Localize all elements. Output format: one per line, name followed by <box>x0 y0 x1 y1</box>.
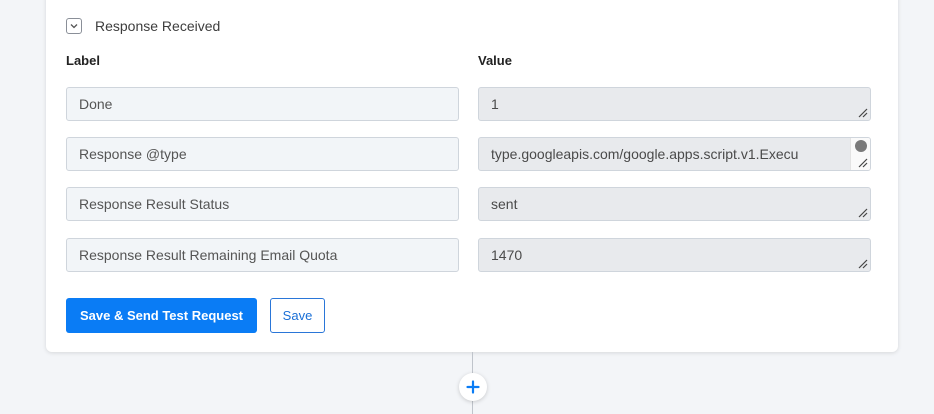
collapse-toggle[interactable] <box>66 18 82 34</box>
value-field-response-type[interactable]: type.googleapis.com/google.apps.script.v… <box>478 137 871 171</box>
value-text: type.googleapis.com/google.apps.script.v… <box>491 146 799 162</box>
add-step-button[interactable] <box>459 373 487 401</box>
value-text: 1 <box>491 96 499 112</box>
scrollbar-thumb[interactable] <box>855 140 867 152</box>
label-field-result-status[interactable]: Response Result Status <box>66 187 459 221</box>
flow-connector-top <box>472 352 473 373</box>
plus-icon <box>466 380 480 394</box>
resize-grip-icon[interactable] <box>858 158 868 168</box>
label-field-done[interactable]: Done <box>66 87 459 121</box>
value-column-header: Value <box>478 53 512 68</box>
value-field-done[interactable]: 1 <box>478 87 871 121</box>
value-field-email-quota[interactable]: 1470 <box>478 238 871 272</box>
chevron-down-icon <box>70 24 78 29</box>
label-field-email-quota[interactable]: Response Result Remaining Email Quota <box>66 238 459 272</box>
label-column-header: Label <box>66 53 100 68</box>
resize-grip-icon[interactable] <box>858 208 868 218</box>
flow-connector-bottom <box>472 401 473 414</box>
response-card: Response Received Label Value Done 1 Res… <box>46 0 898 352</box>
label-field-response-type[interactable]: Response @type <box>66 137 459 171</box>
value-field-result-status[interactable]: sent <box>478 187 871 221</box>
value-text: sent <box>491 196 518 212</box>
save-button[interactable]: Save <box>270 298 325 333</box>
resize-grip-icon[interactable] <box>858 259 868 269</box>
save-send-test-request-button[interactable]: Save & Send Test Request <box>66 298 257 333</box>
resize-grip-icon[interactable] <box>858 108 868 118</box>
section-header: Response Received <box>66 16 220 36</box>
section-title: Response Received <box>95 18 221 34</box>
value-text: 1470 <box>491 247 523 263</box>
